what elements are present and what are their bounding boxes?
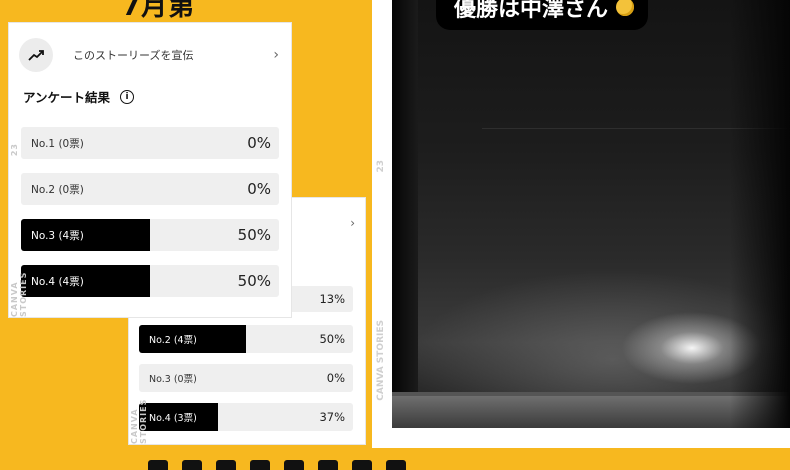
brand-number-label: 23 [10,143,19,157]
poll-option-label: No.2 (0票) [31,183,84,196]
promote-story-row[interactable]: このストーリーズを宣伝 › [19,37,279,73]
photo-frame: 23 CANVA STORIES [372,0,790,448]
decoration-mark [148,460,168,470]
decoration-mark [250,460,270,470]
decoration-mark [216,460,236,470]
story-photo [392,0,790,428]
poll-option-percent: 0% [247,180,271,198]
decoration-mark [352,460,372,470]
poll-option-percent: 50% [319,332,345,346]
chevron-right-icon: › [273,47,279,63]
brand-number-label: 23 [376,160,386,173]
chevron-right-icon[interactable]: › [350,216,355,230]
poll-option-row: No.4 (4票) 50% [21,265,279,297]
decoration-mark [284,460,304,470]
bottom-decoration [148,460,406,470]
brand-vertical-label: CANVA STORIES [376,320,386,401]
poll-option-label: No.4 (3票) [149,413,197,424]
info-icon[interactable]: i [120,89,135,104]
photo-wall-right [730,0,790,428]
brand-vertical-label: CANVA STORIES [130,398,148,444]
poll-option-label: No.4 (4票) [31,275,84,288]
photo-caption: 優勝は中澤さん [436,0,649,30]
page-heading: 7月第 [122,0,196,22]
poll-option-percent: 0% [247,134,271,152]
photo-caption-text: 優勝は中澤さん [454,0,609,22]
decoration-mark [182,460,202,470]
poll-option-percent: 37% [319,410,345,424]
poll-option-row: No.2 (0票) 0% [21,173,279,205]
poll-option-percent: 50% [237,272,271,290]
poll-option-row: No.4 (3票) 37% [139,403,353,431]
poll-results-title-text: アンケート結果 [23,90,111,105]
promote-story-label: このストーリーズを宣伝 [73,49,194,62]
photo-wall-left [392,0,418,428]
poll-card-front: このストーリーズを宣伝 › アンケート結果 i No.1 (0票) 0% No.… [8,22,292,318]
trending-up-icon [19,38,53,72]
poll-option-percent: 50% [237,226,271,244]
poll-option-row: No.3 (4票) 50% [21,219,279,251]
decoration-mark [386,460,406,470]
poll-results-title: アンケート結果 i [23,87,135,106]
poll-option-percent: 13% [319,292,345,306]
poll-option-row: No.3 (0票) 0% [139,364,353,392]
smiling-face-icon [616,0,635,16]
decoration-mark [318,460,338,470]
poll-option-label: No.2 (4票) [149,335,197,346]
poll-option-percent: 0% [326,371,345,385]
poll-option-label: No.3 (0票) [149,374,197,385]
poll-option-row: No.1 (0票) 0% [21,127,279,159]
brand-vertical-label: CANVA STORIES [10,271,28,317]
poll-option-label: No.1 (0票) [31,137,84,150]
poll-option-row: No.2 (4票) 50% [139,325,353,353]
poll-option-label: No.3 (4票) [31,229,84,242]
